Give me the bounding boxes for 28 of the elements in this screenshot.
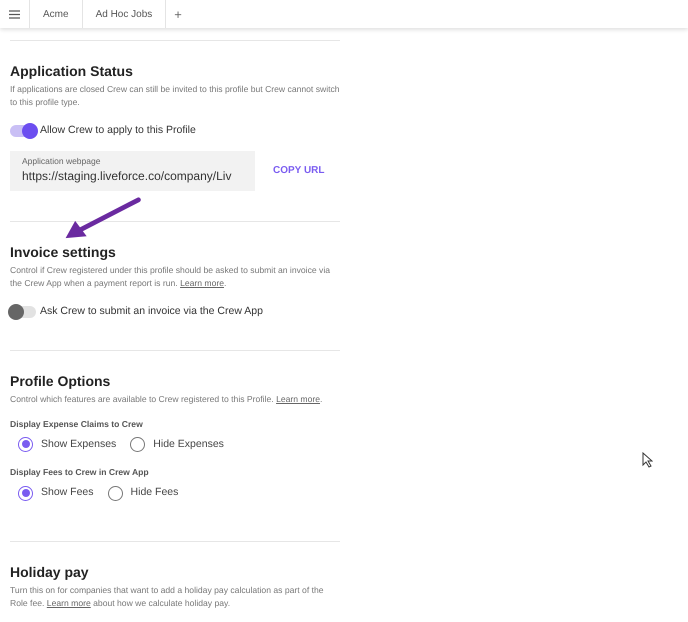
menu-icon[interactable]	[9, 10, 20, 18]
url-field[interactable]: Application webpage https://staging.liveforce.co/company/Liv	[10, 150, 255, 192]
radio-option[interactable]: Show Fees	[18, 485, 94, 501]
radio-option[interactable]: Hide Expenses	[130, 436, 224, 452]
tab[interactable]: Acme	[30, 0, 83, 28]
toggle-switch[interactable]	[10, 306, 36, 318]
option-label: Display Expense Claims to Crew	[10, 418, 144, 431]
cursor-icon	[642, 452, 653, 468]
tab[interactable]: Ad Hoc Jobs	[82, 0, 166, 28]
toggle-label: Allow Crew to apply to this Profile	[40, 122, 196, 138]
option-label: Display Fees to Crew in Crew App	[10, 466, 150, 480]
learn-more-link[interactable]: Learn more	[180, 278, 224, 288]
learn-more-link[interactable]: Learn more	[46, 598, 91, 608]
section-description: Control which features are available to Crew registered to this Profile. Learn more.	[10, 392, 324, 406]
learn-more-link[interactable]: Learn more	[276, 394, 320, 404]
section-description: If applications are closed Crew can still be invited to this profile but Crew cannot switch to this profile type.	[10, 82, 340, 109]
section-description: Turn this on for companies that want to add a holiday pay calculation as part of the Role fee. Learn more about how we calculate holiday pay.	[10, 584, 325, 610]
toggle-switch[interactable]	[10, 124, 36, 137]
add-tab-button[interactable]: +	[166, 0, 190, 28]
section-description: Control if Crew registered under this profile should be asked to submit an invoice via the Crew App when a payment report is run. Learn more.	[10, 264, 332, 290]
section-title: Holiday pay	[10, 564, 90, 581]
section-title: Application Status	[10, 63, 134, 80]
section-title: Profile Options	[10, 372, 112, 390]
radio-option[interactable]: Hide Fees	[108, 485, 178, 501]
copy-url-button[interactable]: COPY URL	[265, 159, 332, 182]
toggle-label: Ask Crew to submit an invoice via the Crew App	[40, 304, 263, 320]
radio-option[interactable]: Show Expenses	[18, 436, 116, 452]
section-title: Invoice settings	[10, 244, 117, 262]
